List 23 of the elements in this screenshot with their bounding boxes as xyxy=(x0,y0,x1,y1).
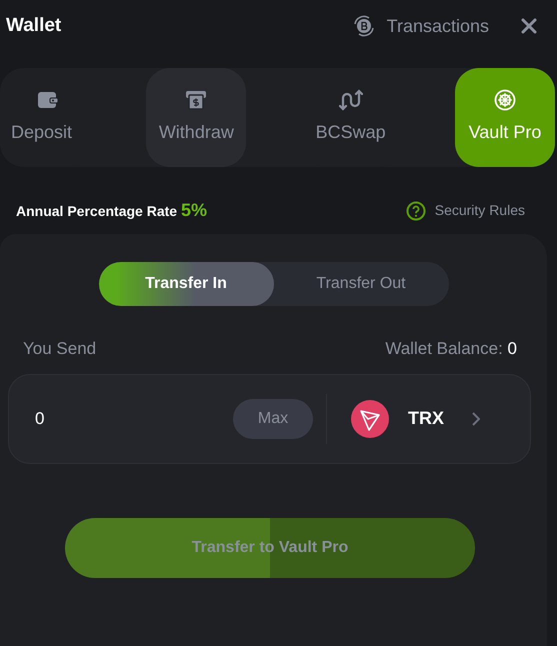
window-title: Wallet xyxy=(6,14,62,38)
wallet-icon xyxy=(37,91,59,109)
apr-label: Annual Percentage Rate 5% xyxy=(16,199,207,222)
tab[interactable]: Withdraw xyxy=(146,68,246,167)
swap-arrows-icon xyxy=(338,89,363,111)
tron-logo-icon xyxy=(351,400,389,438)
cash-machine-icon xyxy=(185,90,208,110)
transactions-button[interactable]: Transactions xyxy=(352,12,489,40)
transfer-mode-tab[interactable]: Transfer In xyxy=(98,262,274,306)
you-send-label: You Send xyxy=(23,338,96,360)
security-rules-link[interactable]: Security Rules xyxy=(406,200,525,221)
close-icon xyxy=(521,18,537,34)
tab[interactable]: Vault Pro xyxy=(454,68,555,167)
wallet-balance-label: Wallet Balance: 0 xyxy=(385,338,517,360)
transfer-mode-tab[interactable]: Transfer Out xyxy=(274,262,448,306)
vault-wheel-icon xyxy=(494,89,516,111)
coin-cycle-icon xyxy=(352,15,375,37)
help-icon xyxy=(406,200,426,220)
currency-selector[interactable]: TRX xyxy=(351,400,480,438)
chevron-right-icon xyxy=(472,412,480,426)
max-button[interactable]: Max xyxy=(233,398,313,438)
amount-field[interactable]: 0 xyxy=(35,406,225,432)
close-button[interactable] xyxy=(521,18,537,34)
